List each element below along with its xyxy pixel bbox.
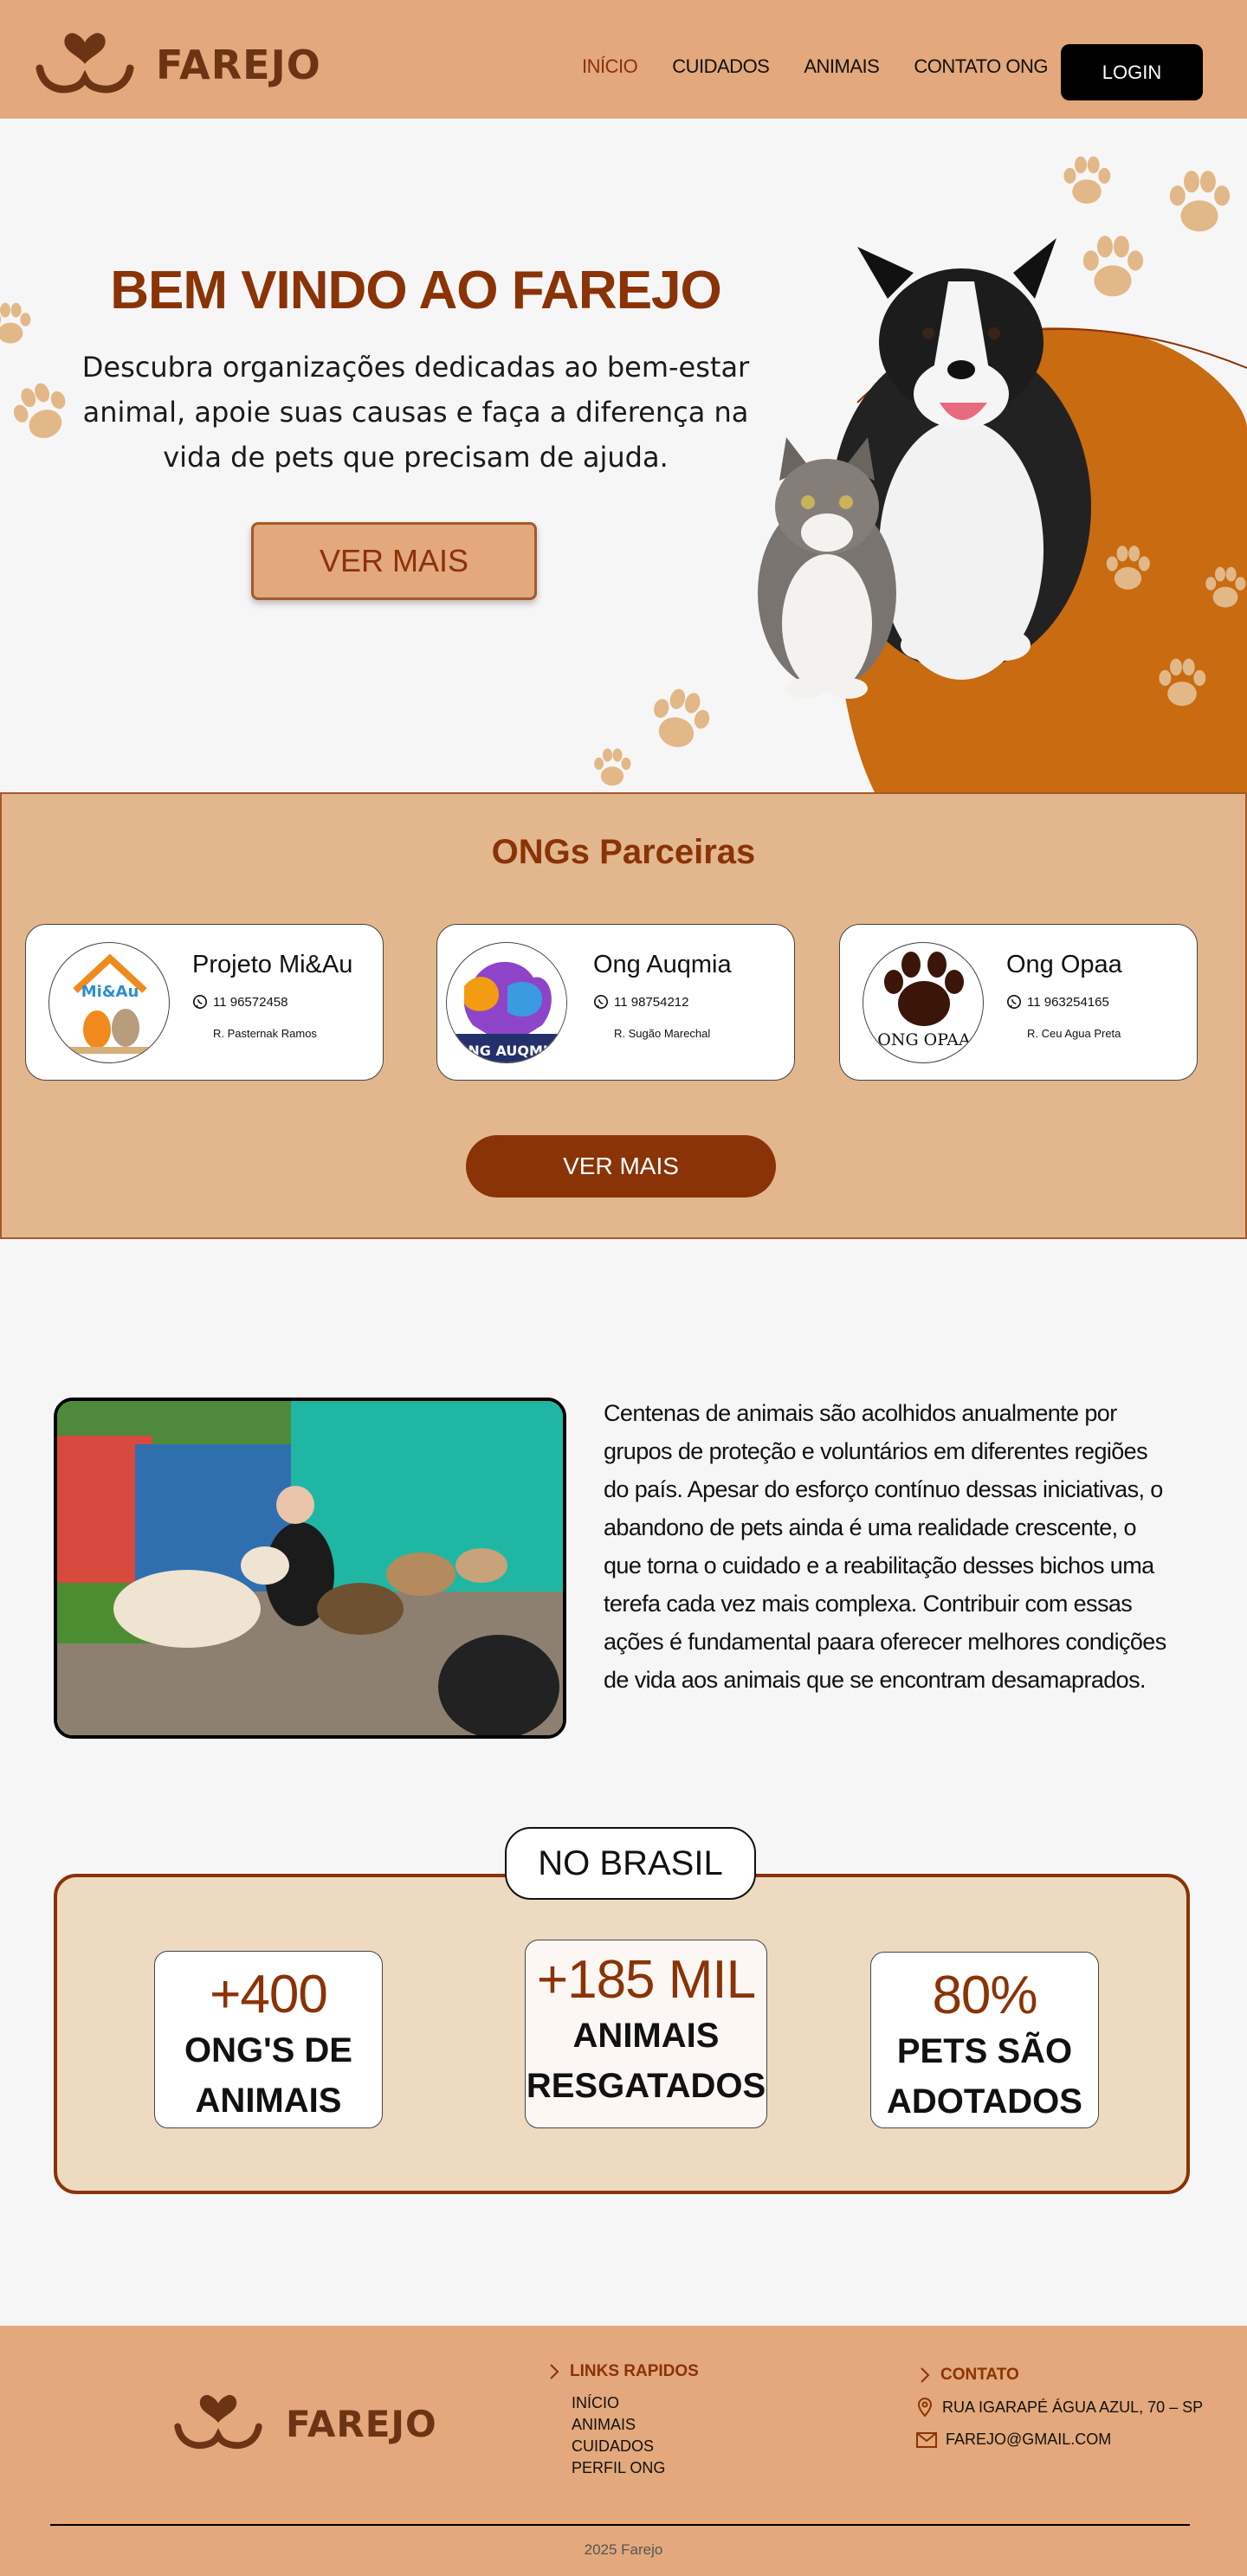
partner-address: R. Sugão Marechal <box>614 1027 711 1040</box>
partner-name: Ong Auqmia <box>593 951 732 978</box>
nav-animais[interactable]: ANIMAIS <box>804 55 879 78</box>
partner-phone-number: 11 963254165 <box>1027 994 1109 1010</box>
stat-value: 80% <box>932 1966 1037 2025</box>
location-pin-icon <box>917 2398 933 2418</box>
nav-contato-ong[interactable]: CONTATO ONG <box>914 55 1048 78</box>
nav-inicio[interactable]: INÍCIO <box>582 55 638 78</box>
header-logo[interactable]: FAREJO <box>35 31 321 99</box>
site-footer: FAREJO LINKS RAPIDOS INÍCIO ANIMAIS CUID… <box>0 2326 1247 2576</box>
contact-email-text: FAREJO@GMAIL.COM <box>946 2431 1112 2448</box>
stat-value: +185 MIL <box>536 1950 756 2010</box>
footer-logo-text: FAREJO <box>286 2402 437 2445</box>
about-text: Centenas de animais são acolhidos anualm… <box>604 1400 1166 1693</box>
partner-name: Ong Opaa <box>1006 951 1122 978</box>
partner-logo: ONG OPAA <box>863 942 984 1063</box>
logo-text: FAREJO <box>156 42 321 88</box>
whatsapp-icon <box>593 994 609 1010</box>
partner-logo-text: ONG OPAA <box>877 1030 971 1049</box>
contact-email[interactable]: FAREJO@GMAIL.COM <box>916 2431 1111 2449</box>
partner-logo-text: Mi&Au <box>81 983 139 1001</box>
partner-address: R. Ceu Agua Preta <box>1027 1027 1121 1040</box>
paw-icon <box>0 363 88 464</box>
partner-logo: ONG AUQMIA <box>446 942 567 1063</box>
footer-divider <box>50 2524 1190 2526</box>
mail-icon <box>916 2431 937 2448</box>
paw-icon <box>633 672 726 771</box>
contact-address: RUA IGARAPÉ ÁGUA AZUL, 70 – SP <box>916 2397 1203 2418</box>
quick-links-title-text: LINKS RAPIDOS <box>570 2362 699 2380</box>
partner-card[interactable]: Mi&Au Projeto Mi&Au 11 96572458 R. Paste… <box>25 924 384 1081</box>
stats-label: NO BRASIL <box>505 1827 756 1900</box>
contact-title-text: CONTATO <box>940 2366 1019 2384</box>
partner-address: R. Pasternak Ramos <box>213 1027 317 1040</box>
whatsapp-icon <box>192 994 208 1010</box>
stat-label-line1: ANIMAIS <box>572 2017 720 2055</box>
whatsapp-icon <box>1006 994 1022 1010</box>
stat-label-line1: PETS SÃO <box>896 2032 1073 2070</box>
partner-name: Projeto Mi&Au <box>192 951 353 978</box>
stat-label-line2: ADOTADOS <box>887 2082 1082 2121</box>
stat-label-line2: RESGATADOS <box>526 2067 766 2105</box>
hero-subtitle: Descubra organizações dedicadas ao bem-e… <box>81 351 750 474</box>
login-button[interactable]: LOGIN <box>1061 44 1203 100</box>
partner-phone-number: 11 96572458 <box>213 994 288 1010</box>
hero-see-more-button[interactable]: VER MAIS <box>251 522 537 600</box>
footer-link-animais[interactable]: ANIMAIS <box>572 2414 665 2436</box>
quick-links-title: LINKS RAPIDOS <box>549 2362 699 2381</box>
copyright: 2025 Farejo <box>584 2541 663 2558</box>
dog-face-logo-icon <box>173 2393 263 2454</box>
main-nav: INÍCIO CUIDADOS ANIMAIS CONTATO ONG <box>582 55 1048 78</box>
contact-title: CONTATO <box>920 2366 1019 2385</box>
site-header: FAREJO INÍCIO CUIDADOS ANIMAIS CONTATO O… <box>0 0 1247 119</box>
quick-links-list: INÍCIO ANIMAIS CUIDADOS PERFIL ONG <box>572 2392 665 2479</box>
partner-phone: 11 96572458 <box>192 994 288 1010</box>
nav-cuidados[interactable]: CUIDADOS <box>672 55 770 78</box>
partner-card[interactable]: ONG AUQMIA Ong Auqmia 11 98754212 R. Sug… <box>436 924 795 1081</box>
partner-phone: 11 98754212 <box>593 994 688 1010</box>
stat-card: +185 MIL ANIMAIS RESGATADOS <box>525 1940 767 2128</box>
stat-card: 80% PETS SÃO ADOTADOS <box>870 1952 1099 2128</box>
footer-logo[interactable]: FAREJO <box>173 2393 437 2454</box>
chevron-right-icon <box>550 2364 559 2379</box>
stat-value: +400 <box>210 1965 328 2024</box>
chevron-right-icon <box>921 2367 930 2383</box>
partners-section: ONGs Parceiras Mi&Au Projeto Mi&Au 11 96… <box>0 792 1247 1239</box>
hero-title: BEM VINDO AO FAREJO <box>110 261 722 320</box>
partner-logo-text: ONG AUQMIA <box>456 1043 559 1059</box>
footer-link-cuidados[interactable]: CUIDADOS <box>572 2436 665 2457</box>
stat-card: +400 ONG'S DE ANIMAIS <box>154 1951 383 2128</box>
partner-logo: Mi&Au <box>48 942 170 1063</box>
footer-link-perfil-ong[interactable]: PERFIL ONG <box>572 2457 665 2479</box>
footer-link-inicio[interactable]: INÍCIO <box>572 2392 665 2414</box>
partner-phone: 11 963254165 <box>1006 994 1109 1010</box>
partner-phone-number: 11 98754212 <box>614 994 689 1010</box>
partner-card[interactable]: ONG OPAA Ong Opaa 11 963254165 R. Ceu Ag… <box>839 924 1198 1081</box>
stat-label-line2: ANIMAIS <box>195 2082 342 2120</box>
volunteer-dogs-photo <box>54 1398 566 1739</box>
hero-pets-image <box>758 143 1247 792</box>
partners-title: ONGs Parceiras <box>491 833 756 871</box>
contact-address-text: RUA IGARAPÉ ÁGUA AZUL, 70 – SP <box>942 2398 1204 2416</box>
stat-label-line1: ONG'S DE <box>184 2031 352 2069</box>
dog-face-logo-icon <box>35 31 135 99</box>
partners-see-more-button[interactable]: VER MAIS <box>466 1135 776 1198</box>
